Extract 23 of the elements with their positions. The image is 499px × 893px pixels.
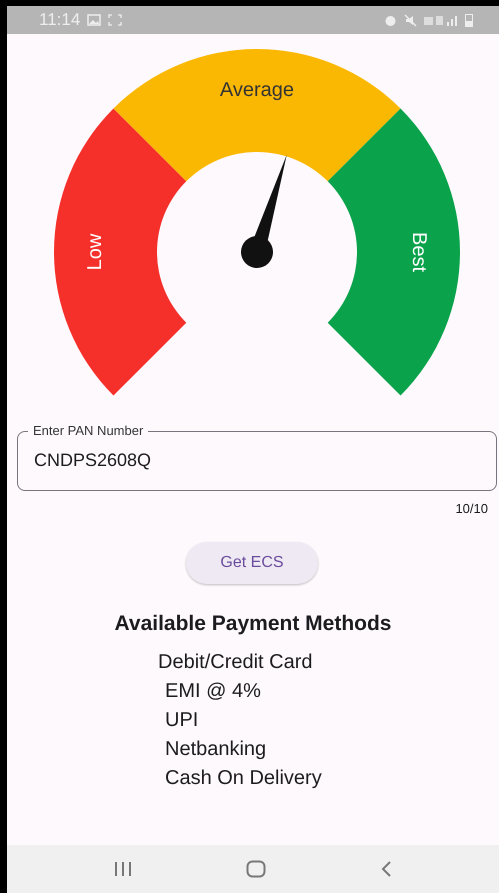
- image-icon: [87, 14, 102, 26]
- recent-apps-icon[interactable]: [114, 861, 132, 877]
- payment-method-item: Cash On Delivery: [164, 768, 323, 789]
- back-icon[interactable]: [380, 860, 392, 878]
- gauge-label: Low: [84, 234, 106, 270]
- payment-method-item: EMI @ 4%: [164, 681, 262, 702]
- section-title: Available Payment Methods: [114, 612, 392, 636]
- get-ecs-button[interactable]: Get ECS: [186, 542, 318, 584]
- signal-icon: [424, 14, 458, 26]
- field-label: Enter PAN Number: [32, 423, 144, 439]
- payment-method-item: Netbanking: [164, 739, 268, 760]
- status-time: 11:14: [39, 10, 80, 30]
- gauge-label: Best: [408, 232, 430, 272]
- gauge-label: Average: [220, 78, 294, 101]
- payment-method-item: Debit/Credit Card: [158, 652, 314, 673]
- pan-input-field[interactable]: Enter PAN Number CNDPS2608Q: [17, 423, 497, 491]
- mute-icon: [404, 14, 417, 26]
- battery-icon: [465, 13, 473, 27]
- payment-method-item: UPI: [164, 710, 200, 731]
- screenshot-icon: [108, 14, 122, 26]
- field-value: CNDPS2608Q: [34, 450, 152, 471]
- character-counter: 10/10: [454, 500, 489, 516]
- home-icon[interactable]: [246, 860, 266, 878]
